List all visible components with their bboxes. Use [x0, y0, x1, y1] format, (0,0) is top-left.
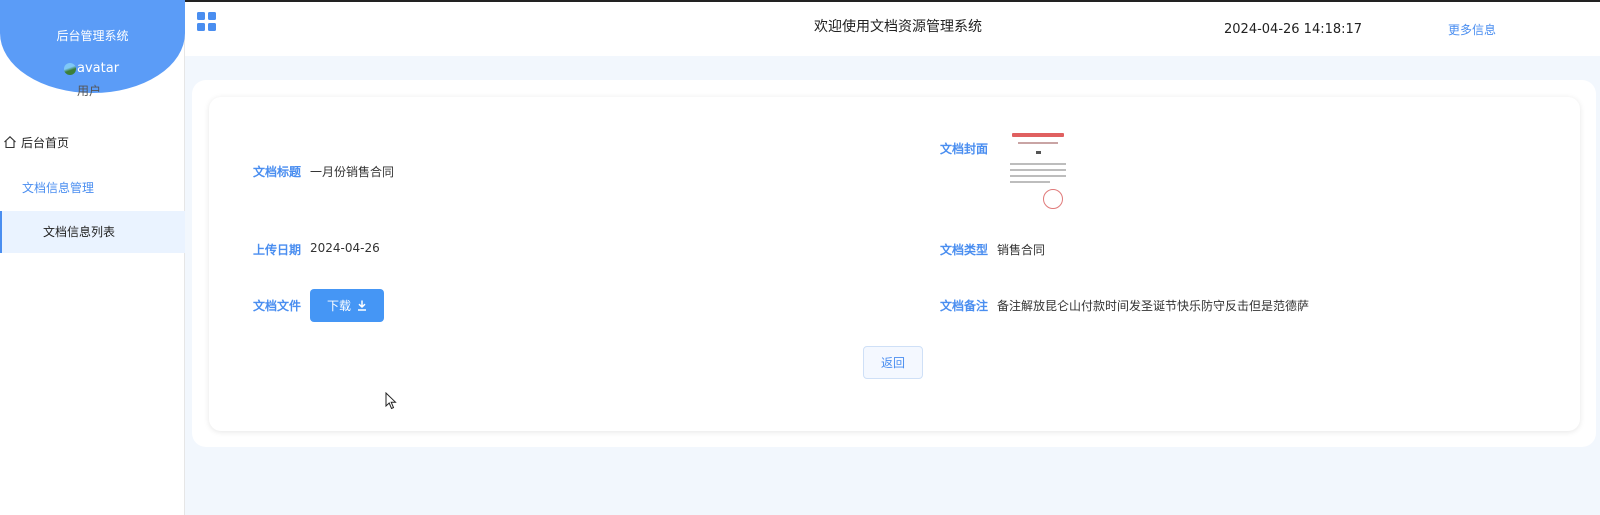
title-value: 一月份销售合同 — [310, 165, 395, 179]
current-datetime: 2024-04-26 14:18:17 — [1224, 22, 1363, 37]
user-name: 用户 — [77, 84, 102, 98]
sidebar-item-document-list[interactable]: 文档信息列表 — [0, 211, 185, 253]
download-button-label: 下载 — [326, 299, 351, 313]
type-value: 销售合同 — [997, 243, 1046, 257]
back-button[interactable]: 返回 — [863, 346, 923, 379]
more-info-link[interactable]: 更多信息 — [1448, 21, 1496, 38]
mouse-cursor-icon — [385, 392, 397, 410]
document-detail-card — [209, 97, 1580, 431]
download-button[interactable]: 下载 — [310, 289, 384, 322]
brand-title: 后台管理系统 — [56, 29, 129, 43]
file-label: 文档文件 — [253, 299, 302, 313]
page-title: 欢迎使用文档资源管理系统 — [814, 19, 982, 35]
avatar[interactable]: avatar — [64, 61, 119, 76]
avatar-alt-text: avatar — [77, 61, 120, 76]
note-value: 备注解放昆仑山付款时间发圣诞节快乐防守反击但是范德萨 — [997, 299, 1310, 313]
home-icon — [4, 136, 16, 149]
seal-icon — [1043, 189, 1063, 209]
type-label: 文档类型 — [940, 243, 989, 257]
sidebar-item-label: 后台首页 — [21, 135, 70, 150]
grid-menu-icon[interactable] — [197, 12, 216, 31]
note-label: 文档备注 — [940, 299, 989, 313]
download-icon — [358, 300, 366, 311]
date-label: 上传日期 — [253, 243, 302, 257]
cover-label: 文档封面 — [940, 142, 989, 156]
cover-image[interactable] — [1006, 131, 1070, 209]
date-value: 2024-04-26 — [310, 241, 380, 255]
broken-image-icon — [64, 62, 76, 75]
app-root: 后台管理系统 avatar 用户 后台首页 文档信息管理 文档信息列表 欢迎使用… — [0, 0, 1600, 515]
sidebar: 后台管理系统 avatar 用户 后台首页 文档信息管理 文档信息列表 — [0, 0, 185, 515]
brand-header: 后台管理系统 avatar — [0, 0, 185, 93]
sidebar-group-document-info[interactable]: 文档信息管理 — [22, 179, 94, 196]
title-label: 文档标题 — [253, 165, 302, 179]
top-bar: 欢迎使用文档资源管理系统 2024-04-26 14:18:17 更多信息 — [185, 0, 1600, 56]
sidebar-item-home[interactable]: 后台首页 — [0, 131, 185, 153]
